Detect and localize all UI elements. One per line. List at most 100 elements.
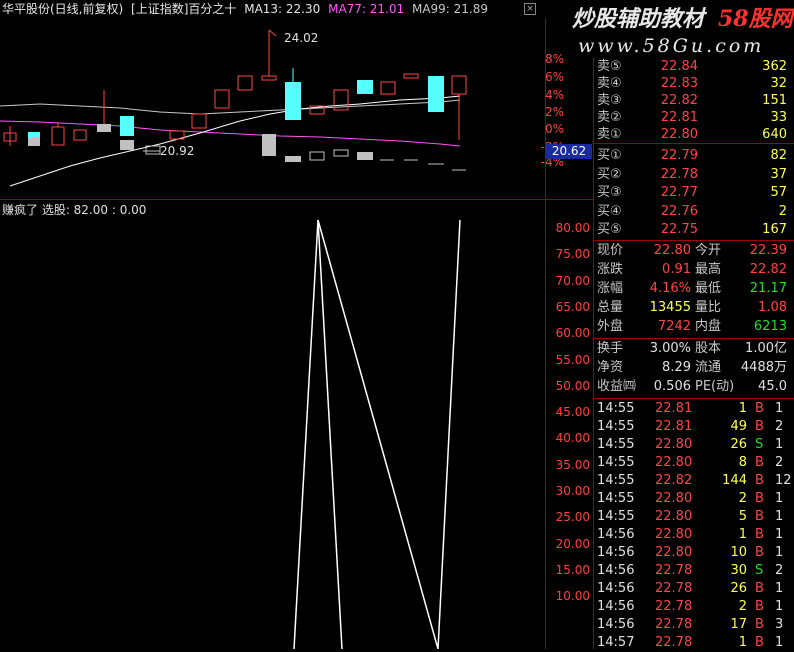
tick-time: 14:55 [597, 491, 635, 506]
tick-volume: 30 [730, 563, 747, 578]
tick-time: 14:56 [597, 599, 635, 614]
order-level-label: 卖③ [597, 93, 622, 108]
tick-price: 22.78 [655, 581, 693, 596]
tick-row[interactable]: 14:56 22.78 2 B 1 [597, 598, 791, 616]
order-level-label: 卖② [597, 110, 622, 125]
svg-text:58股网: 58股网 [718, 6, 794, 32]
tick-row[interactable]: 14:56 22.80 10 B 1 [597, 544, 791, 562]
order-volume: 167 [762, 222, 787, 237]
chart-header: 华平股份(日线,前复权) [上证指数]百分之十 MA13: 22.30 MA77… [2, 0, 492, 18]
order-level-label: 买① [597, 148, 622, 163]
tick-time: 14:56 [597, 545, 635, 560]
fund-row: 净资 8.29 流通 4488万 [597, 359, 791, 377]
tick-row[interactable]: 14:55 22.81 1 B 1 [597, 400, 791, 418]
tick-row[interactable]: 14:55 22.82 144 B 12 [597, 472, 792, 490]
order-row[interactable]: 买⑤ 22.75 167 [597, 221, 791, 239]
order-row[interactable]: 卖② 22.81 33 [597, 109, 791, 127]
quote-value: 22.82 [749, 262, 787, 277]
tick-price: 22.81 [655, 419, 693, 434]
tick-side: B [755, 599, 764, 614]
quote-label: 换手 [597, 341, 624, 356]
tick-row[interactable]: 14:55 22.80 5 B 1 [597, 508, 791, 526]
quote-label: 股本 [695, 341, 722, 356]
tick-count: 2 [775, 455, 784, 470]
tick-row[interactable]: 14:56 22.78 30 S 2 [597, 562, 791, 580]
tick-row[interactable]: 14:56 22.78 17 B 3 [597, 616, 791, 634]
ma77-line [0, 120, 461, 147]
order-level-label: 买④ [597, 203, 622, 219]
ma99-line [0, 99, 461, 115]
quote-value: 6213 [753, 319, 787, 334]
tick-row[interactable]: 14:56 22.78 26 B 1 [597, 580, 791, 598]
tick-row[interactable]: 14:55 22.80 8 B 2 [597, 454, 791, 472]
tick-side: B [755, 491, 764, 506]
indicator-tick: 10.00 [555, 589, 590, 604]
tick-row[interactable]: 14:55 22.80 2 B 1 [597, 490, 791, 508]
index-name[interactable]: [上证指数]百分之十 [131, 2, 236, 16]
tick-side: B [755, 545, 764, 560]
fund-top-divider [594, 338, 794, 339]
order-level-label: 卖⑤ [597, 59, 622, 74]
order-level-label: 买③ [597, 185, 622, 200]
tick-time: 14:55 [597, 455, 635, 470]
tick-price: 22.80 [655, 491, 693, 506]
tick-side: B [755, 581, 764, 596]
tick-count: 2 [775, 563, 784, 578]
quote-value: 1.00亿 [745, 341, 787, 356]
window-close-icon[interactable]: × [524, 3, 536, 15]
tick-time: 14:56 [597, 527, 635, 542]
ticks-top-divider [594, 398, 794, 399]
tick-time: 14:56 [597, 563, 635, 578]
quote-label: 量比 [695, 300, 722, 315]
indicator-chart[interactable] [0, 200, 545, 649]
order-price: 22.84 [660, 59, 698, 74]
price-marker: 20.62 [546, 144, 592, 159]
percent-tick: 2% [544, 105, 564, 119]
percent-tick: 4% [544, 88, 564, 102]
quote-top-divider [594, 240, 794, 241]
quote-label: 现价 [597, 243, 624, 258]
order-price: 22.79 [660, 148, 698, 163]
order-price: 22.80 [660, 127, 698, 142]
quote-value: 0.91 [662, 262, 691, 277]
tick-price: 22.78 [655, 617, 693, 632]
indicator-tick: 80.00 [555, 221, 590, 235]
order-row[interactable]: 卖④ 22.83 32 [597, 75, 791, 93]
order-volume: 33 [770, 110, 787, 125]
indicator-tick: 50.00 [555, 378, 590, 393]
tick-volume: 26 [730, 581, 747, 596]
tick-side: B [755, 509, 764, 524]
tick-side: B [755, 473, 764, 488]
percent-tick: 6% [544, 70, 564, 84]
order-level-label: 买② [597, 166, 622, 182]
tick-row[interactable]: 14:55 22.80 26 S 1 [597, 436, 791, 454]
order-row[interactable]: 买① 22.79 82 [597, 147, 791, 165]
panel-divider[interactable] [593, 58, 594, 649]
indicator-line-leg [317, 219, 343, 649]
quote-value: 7242 [657, 319, 691, 334]
tick-time: 14:55 [597, 437, 635, 452]
candlestick-chart[interactable]: 24.02 20.92 [0, 18, 545, 199]
tick-row[interactable]: 14:55 22.81 49 B 2 [597, 418, 791, 436]
quote-value: 22.80 [653, 243, 691, 258]
order-row[interactable]: 买③ 22.77 57 [597, 184, 791, 202]
tick-count: 3 [775, 617, 784, 632]
order-row[interactable]: 卖③ 22.82 151 [597, 92, 791, 110]
indicator-tick: 60.00 [555, 326, 590, 341]
order-row[interactable]: 卖⑤ 22.84 362 [597, 58, 791, 76]
quote-value: 0.506 [653, 379, 691, 394]
indicator-tick: 55.00 [555, 352, 590, 367]
order-row[interactable]: 卖① 22.80 640 [597, 126, 791, 144]
stock-name[interactable]: 华平股份(日线,前复权) [2, 2, 123, 16]
indicator-tick: 75.00 [555, 247, 590, 262]
indicator-tick: 20.00 [555, 536, 590, 551]
percent-tick: 0% [544, 122, 564, 136]
order-row[interactable]: 买④ 22.76 2 [597, 203, 791, 221]
tick-row[interactable]: 14:57 22.78 1 B 1 [597, 634, 791, 652]
tick-time: 14:55 [597, 419, 635, 434]
svg-text:www.58Gu.com: www.58Gu.com [578, 35, 764, 57]
tick-price: 22.81 [655, 401, 693, 416]
tick-row[interactable]: 14:56 22.80 1 B 1 [597, 526, 791, 544]
fund-row: 换手 3.00% 股本 1.00亿 [597, 340, 791, 358]
order-row[interactable]: 买② 22.78 37 [597, 166, 791, 184]
